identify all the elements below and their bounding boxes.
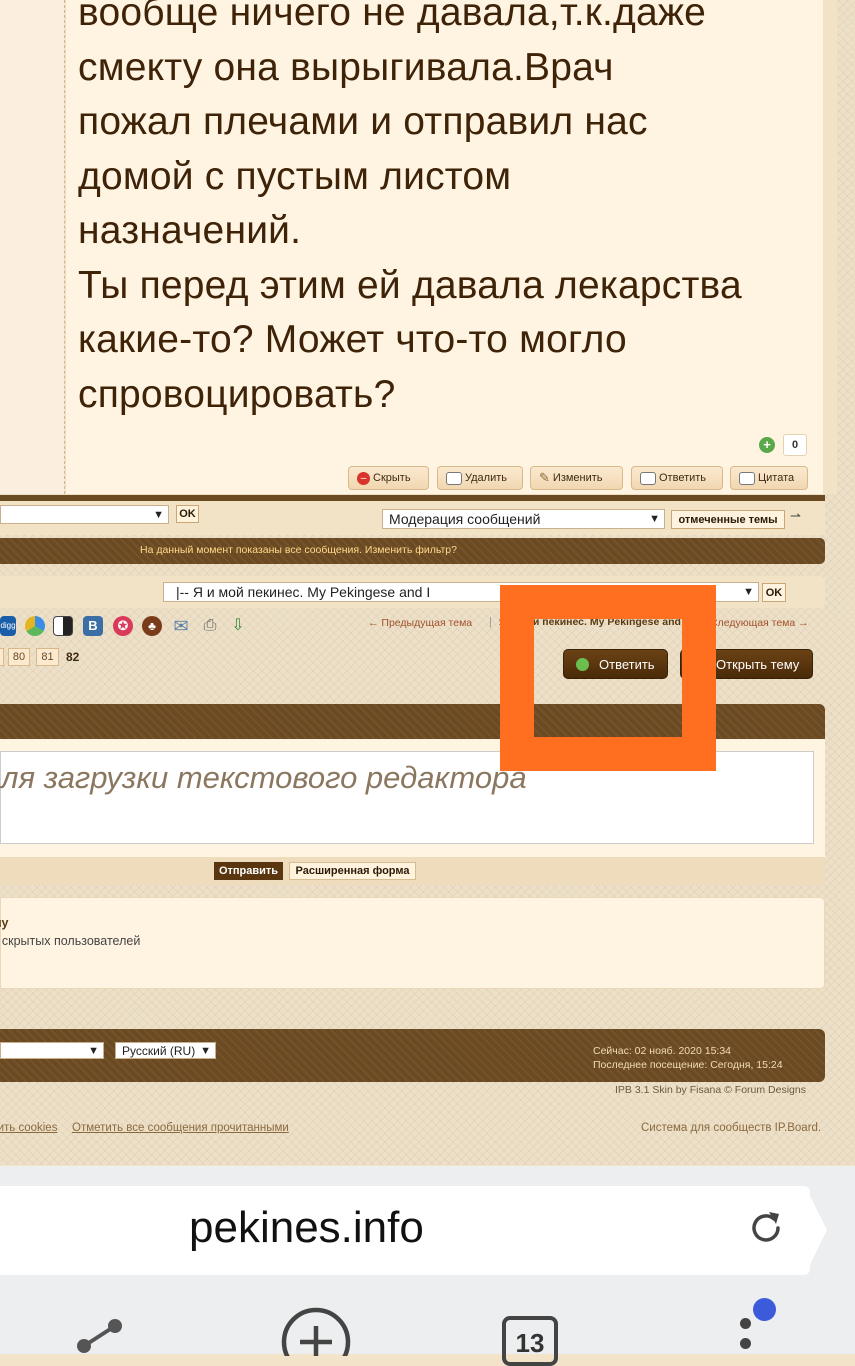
last-visit: Последнее посещение: Сегодня, 15:24 xyxy=(593,1059,783,1071)
edit-button[interactable]: ✎ Изменить xyxy=(530,466,623,490)
highlight-box xyxy=(500,585,716,771)
chevron-down-icon: ▼ xyxy=(153,508,164,521)
delete-button[interactable]: Удалить xyxy=(437,466,523,490)
pencil-icon: ✎ xyxy=(539,470,550,485)
submit-button[interactable]: Отправить xyxy=(214,862,283,880)
new-tab-icon[interactable] xyxy=(280,1306,352,1366)
selected-topics-button[interactable]: отмеченные темы xyxy=(671,510,785,529)
skin-select[interactable]: ▼ xyxy=(0,1042,104,1059)
notification-dot xyxy=(753,1298,776,1321)
post-line: Ты перед этим ей давала лекарства xyxy=(78,263,742,307)
quote-button[interactable]: Цитата xyxy=(730,466,808,490)
topic-nav-separator: | xyxy=(489,616,492,628)
post-line: какие-то? Может что-то могло xyxy=(78,318,627,361)
hide-button[interactable]: – Скрыть xyxy=(348,466,429,490)
editor-placeholder: ...для загрузки текстового редактора xyxy=(0,760,527,795)
quote-bubble-icon xyxy=(739,471,755,485)
post-line: назначений. xyxy=(78,209,302,252)
google-buzz-icon[interactable] xyxy=(25,616,45,636)
post-line: домой с пустым листом xyxy=(78,154,512,198)
moderation-ok-button[interactable]: OK xyxy=(176,505,199,523)
page-link[interactable]: 80 xyxy=(8,648,30,666)
scroll-top-icon[interactable]: ⇀ xyxy=(790,508,801,524)
hide-icon: – xyxy=(357,471,370,485)
chevron-down-icon: ▼ xyxy=(200,1044,211,1057)
page-link[interactable]: 81 xyxy=(36,648,59,666)
email-icon[interactable]: ✉ xyxy=(171,616,191,636)
delete-cookies-link[interactable]: ...ить cookies xyxy=(0,1122,57,1134)
print-icon[interactable]: ⎙ xyxy=(200,616,220,636)
chevron-down-icon: ▼ xyxy=(743,586,754,598)
chevron-down-icon: ▼ xyxy=(649,513,660,525)
mark-all-read-link[interactable]: Отметить все сообщения прочитанными xyxy=(72,1122,289,1134)
chevron-down-icon: ▼ xyxy=(88,1044,99,1057)
skin-credit[interactable]: IPB 3.1 Skin by Fisana © Forum Designs xyxy=(615,1084,806,1096)
filter-notice[interactable]: На данный момент показаны все сообщения.… xyxy=(140,544,457,556)
post-line: вообще ничего не давала,т.к.даже xyxy=(78,0,707,34)
digg-icon[interactable]: digg xyxy=(0,616,16,636)
address-bar-arrow xyxy=(805,1186,827,1275)
current-page: 82 xyxy=(66,650,80,664)
next-topic-link[interactable]: Следующая тема → xyxy=(710,617,809,629)
post-line: пожал плечами и отправил нас xyxy=(78,100,648,143)
reply-bubble-icon xyxy=(640,471,656,485)
rep-count: 0 xyxy=(783,434,807,456)
vkontakte-icon[interactable]: B xyxy=(83,616,103,636)
delete-icon xyxy=(446,471,462,485)
hidden-users-count: ... скрытых пользователей xyxy=(0,934,141,948)
delicious-icon[interactable] xyxy=(53,616,73,636)
prev-topic-link[interactable]: ← Предыдущая тема xyxy=(368,617,472,629)
download-icon[interactable]: ⇩ xyxy=(228,616,248,636)
share-icon[interactable] xyxy=(72,1316,126,1356)
page-link-partial[interactable] xyxy=(0,648,4,666)
menu-icon[interactable] xyxy=(735,1298,780,1354)
post-line: спровоцировать? xyxy=(78,372,396,416)
post-right-edge xyxy=(823,0,837,494)
post-text: вообще ничего не давала,т.к.даже смекту … xyxy=(78,0,823,422)
reload-icon[interactable] xyxy=(745,1206,787,1248)
tabs-button[interactable]: 13 xyxy=(502,1316,558,1366)
multi-moderation-select[interactable]: ▼ xyxy=(0,505,169,524)
powered-by[interactable]: Система для сообществ IP.Board. xyxy=(641,1122,821,1134)
rep-plus-icon[interactable]: + xyxy=(759,437,775,453)
forum-jump-ok-button[interactable]: OK xyxy=(762,583,786,602)
current-time: Сейчас: 02 нояб. 2020 15:34 xyxy=(593,1045,732,1057)
reply-post-button[interactable]: Ответить xyxy=(631,466,723,490)
active-users-title: ...му xyxy=(0,916,9,930)
language-select[interactable]: Русский (RU) ▼ xyxy=(115,1042,216,1059)
post-line: смекту она вырыгивала.Врач xyxy=(78,45,614,89)
moderation-select[interactable]: Модерация сообщений ▼ xyxy=(382,509,665,529)
mail-ru-icon[interactable]: ♣ xyxy=(142,616,162,636)
bookmark-star-icon[interactable]: ✪ xyxy=(113,616,133,636)
url-text[interactable]: pekines.info xyxy=(189,1203,424,1253)
advanced-form-button[interactable]: Расширенная форма xyxy=(289,862,416,880)
post-author-column xyxy=(0,0,65,494)
